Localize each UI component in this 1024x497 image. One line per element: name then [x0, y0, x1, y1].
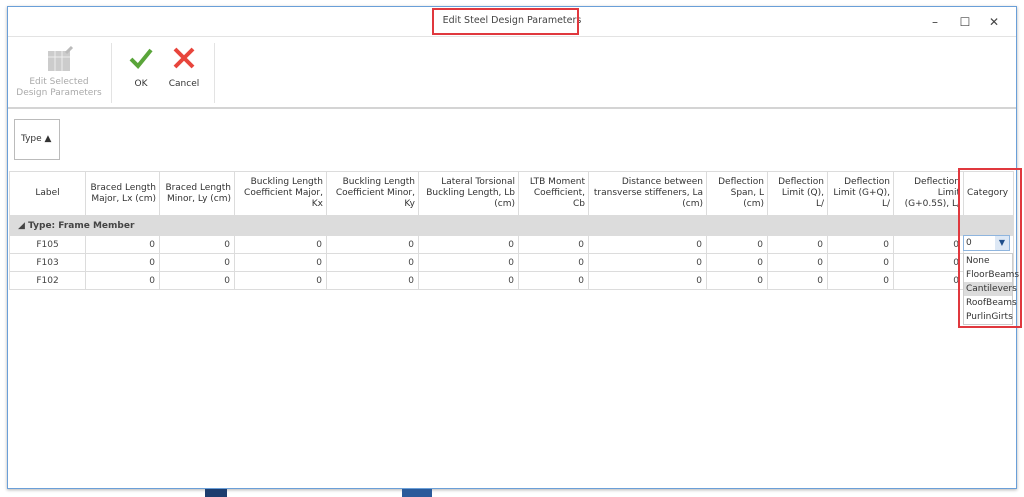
cell-value[interactable]: 0 [159, 235, 235, 254]
cancel-button[interactable]: Cancel [164, 45, 204, 90]
cell-value[interactable]: 0 [588, 253, 707, 272]
cell-value[interactable]: 0 [85, 253, 160, 272]
cell-value[interactable]: 0 [893, 253, 964, 272]
close-button[interactable]: ✕ [984, 13, 1004, 31]
edit-selected-label-1: Edit Selected [29, 77, 89, 87]
col-header-defl-span[interactable]: Deflection Span, L (cm) [706, 171, 768, 216]
cell-value[interactable]: 0 [418, 271, 519, 290]
toolbar-separator [111, 43, 112, 103]
cell-value[interactable]: 0 [85, 235, 160, 254]
cell-value[interactable]: 0 [827, 271, 894, 290]
col-header-defl-gq[interactable]: Deflection Limit (G+Q), L/ [827, 171, 894, 216]
col-header-lb[interactable]: Lateral Torsional Buckling Length, Lb (c… [418, 171, 519, 216]
ok-label: OK [134, 79, 148, 89]
cell-value[interactable]: 0 [706, 253, 768, 272]
maximize-button[interactable]: ☐ [955, 13, 975, 31]
parameters-grid: Label Braced Length Major, Lx (cm) Brace… [9, 171, 1014, 290]
cell-value[interactable]: 0 [159, 253, 235, 272]
group-chip-type[interactable]: Type ▲ [14, 119, 60, 160]
col-header-defl-q[interactable]: Deflection Limit (Q), L/ [767, 171, 828, 216]
col-header-kx[interactable]: Buckling Length Coefficient Major, Kx [234, 171, 327, 216]
table-row[interactable]: F102 0 0 0 0 0 0 0 0 0 0 0 [9, 271, 1014, 290]
check-icon [129, 48, 153, 69]
cell-value[interactable]: 0 [767, 253, 828, 272]
cell-value[interactable]: 0 [893, 271, 964, 290]
cell-value[interactable]: 0 [588, 235, 707, 254]
cell-value[interactable]: 0 [418, 253, 519, 272]
table-row[interactable]: F103 0 0 0 0 0 0 0 0 0 0 0 [9, 253, 1014, 272]
col-header-cb[interactable]: LTB Moment Coefficient, Cb [518, 171, 589, 216]
dialog-window: Edit Steel Design Parameters – ☐ ✕ Edit … [7, 6, 1019, 489]
toolbar: Edit Selected Design Parameters OK Cance… [8, 37, 1016, 109]
cell-value[interactable]: 0 [767, 235, 828, 254]
highlight-title [432, 8, 579, 35]
cell-value[interactable]: 0 [326, 271, 419, 290]
cancel-x-icon [173, 47, 195, 69]
col-header-defl-gs[interactable]: Deflection Limit (G+0.5S), L/ [893, 171, 964, 216]
cell-value[interactable]: 0 [159, 271, 235, 290]
background-drawing [205, 489, 227, 497]
cell-value[interactable]: 0 [234, 235, 327, 254]
cell-value[interactable]: 0 [518, 271, 589, 290]
edit-selected-button[interactable]: Edit Selected Design Parameters [14, 45, 104, 99]
group-label: Type: Frame Member [28, 220, 135, 231]
minimize-button[interactable]: – [925, 13, 945, 31]
group-by-panel: Type ▲ [8, 109, 1016, 171]
cell-value[interactable]: 0 [588, 271, 707, 290]
header-row: Label Braced Length Major, Lx (cm) Brace… [9, 171, 1014, 216]
edit-table-icon [48, 45, 74, 71]
highlight-category [958, 168, 1022, 328]
cell-value[interactable]: 0 [518, 235, 589, 254]
col-header-lx[interactable]: Braced Length Major, Lx (cm) [85, 171, 160, 216]
table-row[interactable]: F105 0 0 0 0 0 0 0 0 0 0 0 [9, 235, 1014, 254]
cell-label[interactable]: F105 [9, 235, 86, 254]
cell-value[interactable]: 0 [85, 271, 160, 290]
col-header-label[interactable]: Label [9, 171, 86, 216]
cell-value[interactable]: 0 [418, 235, 519, 254]
cell-value[interactable]: 0 [326, 235, 419, 254]
cell-value[interactable]: 0 [893, 235, 964, 254]
cancel-label: Cancel [168, 79, 200, 89]
cell-value[interactable]: 0 [767, 271, 828, 290]
background-drawing [402, 489, 432, 497]
cell-label[interactable]: F102 [9, 271, 86, 290]
col-header-la[interactable]: Distance between transverse stiffeners, … [588, 171, 707, 216]
cell-value[interactable]: 0 [518, 253, 589, 272]
col-header-ly[interactable]: Braced Length Minor, Ly (cm) [159, 171, 235, 216]
cell-value[interactable]: 0 [827, 235, 894, 254]
cell-value[interactable]: 0 [827, 253, 894, 272]
cell-value[interactable]: 0 [234, 271, 327, 290]
cell-value[interactable]: 0 [234, 253, 327, 272]
edit-selected-label-2: Design Parameters [16, 88, 102, 98]
group-row[interactable]: ◢ Type: Frame Member [9, 215, 1014, 236]
ok-button[interactable]: OK [126, 45, 156, 90]
cell-value[interactable]: 0 [706, 235, 768, 254]
cell-value[interactable]: 0 [706, 271, 768, 290]
collapse-icon[interactable]: ◢ [18, 221, 28, 231]
toolbar-separator [214, 43, 215, 103]
cell-value[interactable]: 0 [326, 253, 419, 272]
cell-label[interactable]: F103 [9, 253, 86, 272]
col-header-ky[interactable]: Buckling Length Coefficient Minor, Ky [326, 171, 419, 216]
